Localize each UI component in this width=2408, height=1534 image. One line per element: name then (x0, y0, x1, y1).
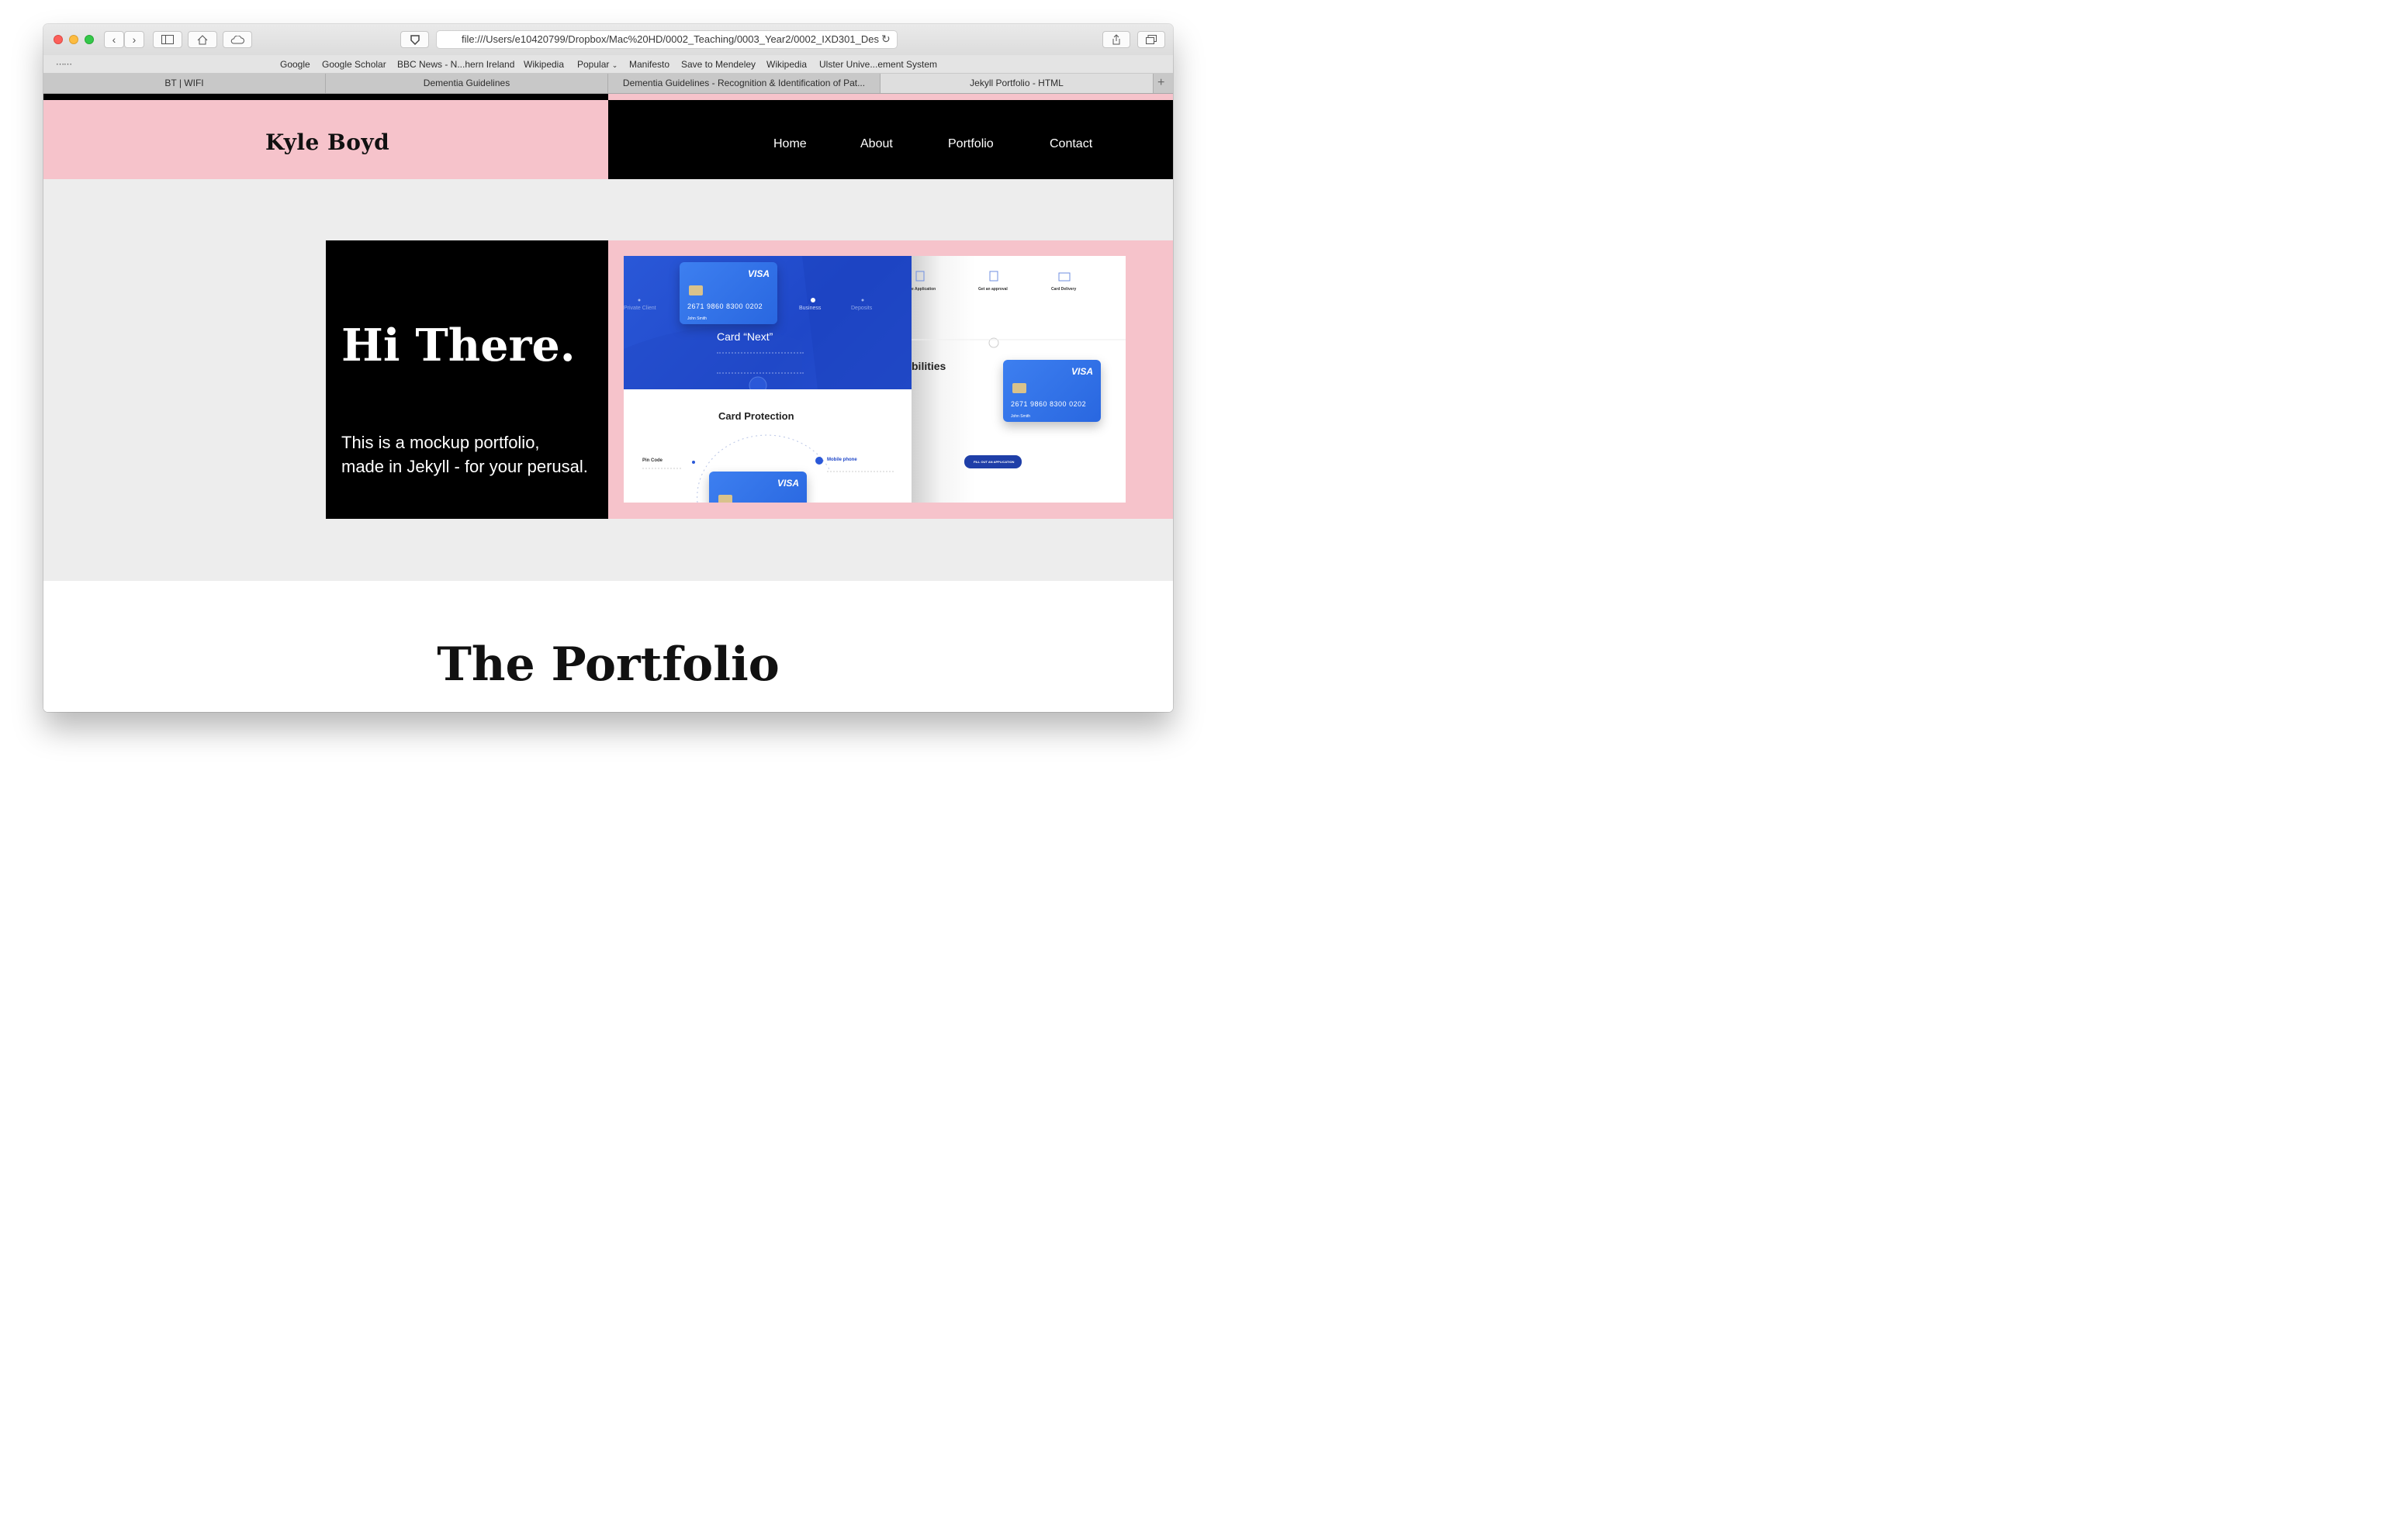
bookmark-google[interactable]: Google (280, 59, 310, 70)
close-window-button[interactable] (54, 35, 63, 44)
nav-contact[interactable]: Contact (1050, 137, 1092, 151)
icloud-tabs-button[interactable] (223, 31, 252, 48)
mockup-card-protection-title: Card Protection (718, 410, 794, 422)
mockup-right-page: e Application Get an approval Card Deliv… (912, 256, 1126, 503)
mockup-visa-card-right: VISA 2671 9860 8300 0202 John Smith (1003, 360, 1101, 422)
card-number: 2671 9860 8300 0202 (687, 302, 763, 310)
mockup-step-approval: Get an approval (978, 287, 1008, 292)
hero-intro-panel: Hi There. This is a mockup portfolio, ma… (326, 240, 608, 519)
bookmark-save-to-mendeley[interactable]: Save to Mendeley (681, 59, 756, 70)
new-tab-button[interactable]: + (1157, 76, 1164, 90)
apps-grid-icon[interactable]: ⋯⋯ (56, 59, 72, 69)
card-name: John Smith (1011, 414, 1031, 419)
chevron-left-icon: ‹ (112, 33, 116, 46)
address-bar[interactable]: file:///Users/e10420799/Dropbox/Mac%20HD… (436, 30, 898, 49)
mockup-pin-code: Pin Code (642, 458, 663, 463)
bookmark-wikipedia-2[interactable]: Wikipedia (766, 59, 807, 70)
tab-jekyll-portfolio[interactable]: Jekyll Portfolio - HTML (881, 74, 1154, 93)
nav-portfolio[interactable]: Portfolio (948, 137, 994, 151)
hero-section: Hi There. This is a mockup portfolio, ma… (43, 179, 1173, 581)
bookmark-google-scholar[interactable]: Google Scholar (322, 59, 386, 70)
chevron-down-icon: ⌄ (611, 61, 618, 69)
bookmark-popular[interactable]: Popular ⌄ (577, 59, 618, 70)
sidebar-icon (161, 35, 174, 44)
tab-dementia-recognition[interactable]: Dementia Guidelines - Recognition & Iden… (608, 74, 881, 93)
chip-icon (689, 285, 703, 295)
mockup-step-delivery: Card Delivery (1051, 287, 1077, 292)
back-button[interactable]: ‹ (104, 31, 124, 48)
nav-about[interactable]: About (860, 137, 893, 151)
mockup-visa-card-top: VISA 2671 9860 8300 0202 John Smith (680, 262, 777, 324)
hero-title: Hi There. (341, 320, 576, 371)
mockup-step-application: e Application (912, 287, 936, 292)
shield-icon (410, 34, 420, 45)
bookmark-manifesto[interactable]: Manifesto (629, 59, 669, 70)
mockup-abilities-heading: bilities (912, 360, 946, 372)
mockup-fill-out-button: FILL OUT AN APPLICATION (974, 460, 1015, 464)
mockup-card-next-title: Card “Next” (717, 330, 773, 343)
home-button[interactable] (188, 31, 217, 48)
tab-dementia-guidelines[interactable]: Dementia Guidelines (326, 74, 608, 93)
mockup-mobile-phone: Mobile phone (827, 458, 857, 462)
hero-image-panel: Private Client Business Deposits VISA 26… (608, 240, 1173, 519)
site-nav: Home About Portfolio Contact (608, 94, 1173, 179)
forward-button[interactable]: › (124, 31, 144, 48)
visa-label: VISA (1071, 366, 1093, 377)
home-icon (197, 34, 208, 44)
bookmark-ulster[interactable]: Ulster Unive...ement System (819, 59, 937, 70)
mockup-blue-banner: Private Client Business Deposits VISA 26… (624, 256, 912, 389)
browser-window: ‹ › file:///Users/e10420799/Dropbox/Mac%… (43, 24, 1173, 712)
card-number: 2671 9860 8300 0202 (1011, 400, 1087, 408)
mockup-private-client: Private Client (624, 306, 656, 311)
chevron-right-icon: › (132, 33, 137, 46)
tabs-icon (1146, 35, 1157, 44)
sidebar-button[interactable] (153, 31, 182, 48)
share-icon (1112, 34, 1120, 45)
mockup-visa-card-bottom: VISA (709, 472, 807, 503)
visa-label: VISA (747, 268, 770, 279)
hero-text: This is a mockup portfolio, made in Jeky… (341, 430, 605, 479)
site-header-brand-area: Kyle Boyd (43, 94, 608, 179)
minimize-window-button[interactable] (69, 35, 78, 44)
bookmark-bbc-news[interactable]: BBC News - N...hern Ireland (397, 59, 514, 70)
hero-text-line-1: This is a mockup portfolio, (341, 433, 540, 452)
reload-icon[interactable]: ↻ (881, 33, 891, 46)
hero-mockup-image: Private Client Business Deposits VISA 26… (624, 256, 1126, 503)
bookmark-wikipedia[interactable]: Wikipedia (524, 59, 564, 70)
card-name: John Smith (687, 316, 708, 321)
visa-label: VISA (777, 478, 799, 489)
web-page: Kyle Boyd Home About Portfolio Contact H… (43, 94, 1173, 712)
chip-icon (1012, 383, 1026, 393)
zoom-window-button[interactable] (85, 35, 94, 44)
mockup-deposits: Deposits (851, 306, 873, 311)
mockup-business: Business (799, 306, 822, 311)
chip-icon (718, 495, 732, 503)
portfolio-title: The Portfolio (437, 637, 780, 692)
portfolio-section: The Portfolio (43, 581, 1173, 712)
extension-button[interactable] (400, 31, 429, 48)
bookmark-popular-label: Popular (577, 59, 610, 70)
share-button[interactable] (1102, 31, 1130, 48)
tab-bar: BT | WIFI Dementia Guidelines Dementia G… (43, 74, 1173, 94)
browser-toolbar: ‹ › file:///Users/e10420799/Dropbox/Mac%… (43, 24, 1173, 55)
tab-overview-button[interactable] (1137, 31, 1165, 48)
tab-bt-wifi[interactable]: BT | WIFI (43, 74, 326, 93)
hero-text-line-2: made in Jekyll - for your perusal. (341, 457, 588, 476)
site-brand[interactable]: Kyle Boyd (265, 130, 389, 155)
nav-home[interactable]: Home (773, 137, 807, 151)
cloud-icon (230, 35, 244, 43)
mockup-body-text-placeholder (717, 352, 804, 374)
bookmarks-bar: ⋯⋯ Google Google Scholar BBC News - N...… (43, 55, 1173, 74)
